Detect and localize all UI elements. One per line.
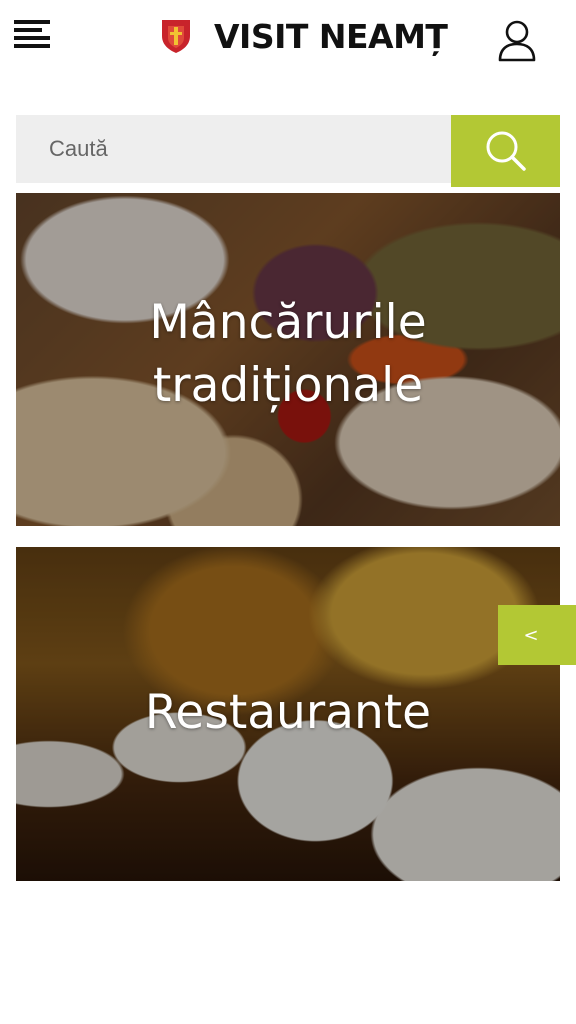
- search-button[interactable]: [451, 115, 560, 187]
- category-card-restaurants[interactable]: Restaurante: [16, 547, 560, 881]
- search-bar: [16, 115, 560, 187]
- app-header: VISIT NEAMȚ: [0, 0, 576, 80]
- search-input[interactable]: [16, 115, 451, 183]
- side-panel-toggle[interactable]: <: [498, 605, 576, 665]
- coat-of-arms-icon: [162, 20, 190, 53]
- hamburger-menu-icon[interactable]: [14, 20, 54, 50]
- card-title: Restaurante: [144, 685, 432, 740]
- logo-text: VISIT NEAMȚ: [214, 16, 448, 56]
- chevron-left-icon: <: [523, 624, 539, 646]
- card-title: Mâncărurile tradiționale: [149, 295, 427, 413]
- category-card-traditional-food[interactable]: Mâncărurile tradiționale: [16, 193, 560, 526]
- site-logo[interactable]: VISIT NEAMȚ: [160, 14, 448, 58]
- user-icon[interactable]: [496, 18, 538, 62]
- search-icon: [486, 131, 526, 171]
